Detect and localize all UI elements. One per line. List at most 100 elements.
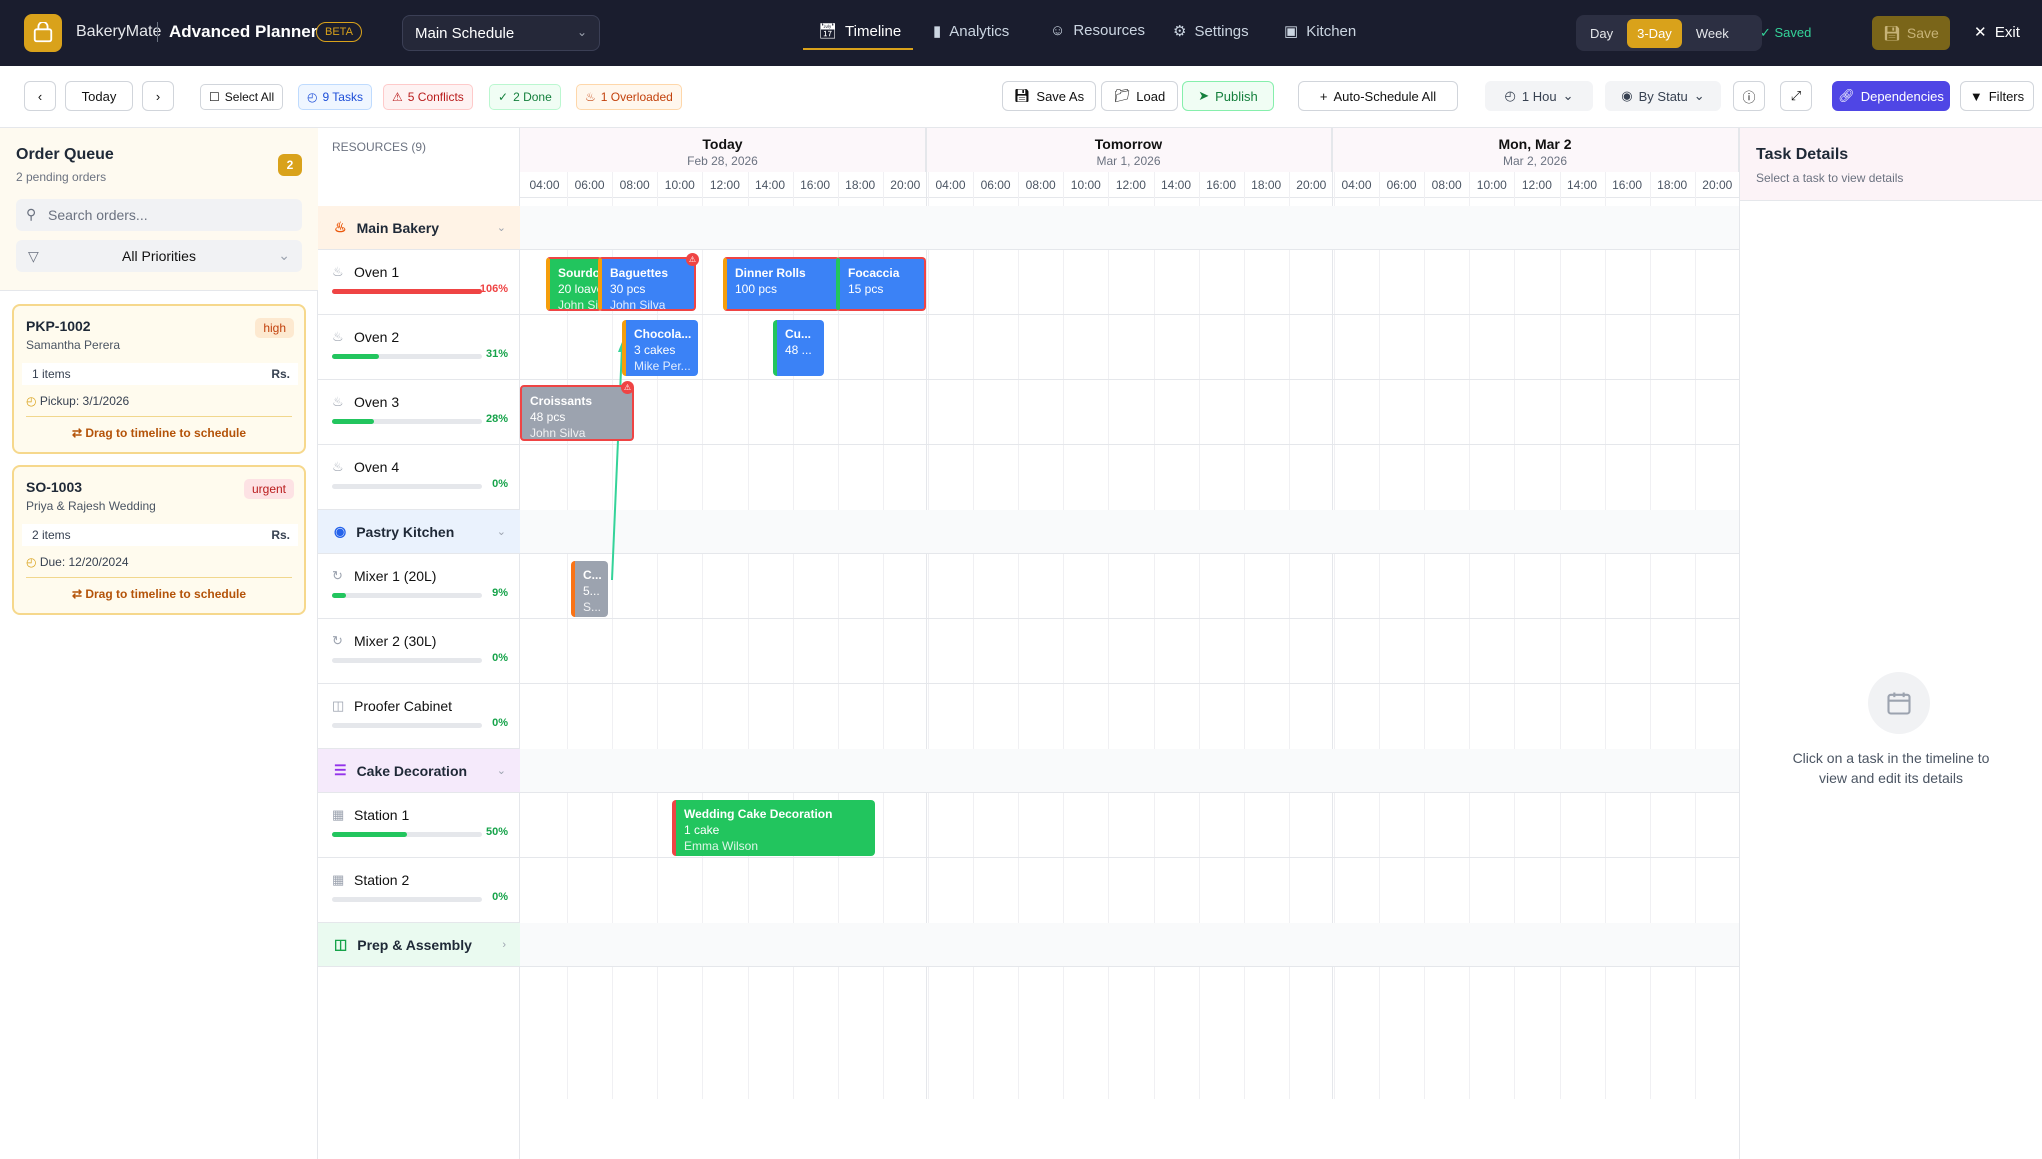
hour-label: 16:00	[1612, 178, 1643, 192]
priority-badge: high	[255, 318, 294, 338]
task-wedding-cake-decoration[interactable]: Wedding Cake Decoration 1 cake Emma Wilson	[672, 800, 875, 856]
hour-label: 20:00	[890, 178, 921, 192]
today-button[interactable]: Today	[65, 81, 133, 111]
filter-icon: ▽	[28, 248, 39, 264]
hour-label: 04:00	[935, 178, 966, 192]
conflict-warning-icon[interactable]: ⚠	[686, 253, 699, 266]
interval-select[interactable]: ◴ 1 Hou ⌄	[1485, 81, 1593, 111]
task-sourdough[interactable]: Sourdo 20 loave John Sil	[546, 257, 602, 311]
overloaded-chip[interactable]: ♨ 1 Overloaded	[576, 84, 682, 110]
order-card[interactable]: PKP-1002 Samantha Perera high 1 items Rs.…	[12, 304, 306, 454]
task-chocolate-cake[interactable]: Chocola... 3 cakes Mike Per...	[622, 320, 698, 376]
info-button[interactable]: ⓘ	[1733, 81, 1765, 111]
resource-station-2: ▦ Station 2 0%	[318, 858, 520, 923]
save-button[interactable]: 💾︎ Save	[1872, 16, 1950, 50]
task-cupcakes[interactable]: Cu... 48 ...	[773, 320, 824, 376]
task-croissants[interactable]: Croissants 48 pcs John Silva	[520, 385, 634, 441]
send-icon: ➤	[1198, 88, 1210, 103]
priority-filter-select[interactable]: ▽ All Priorities ⌄	[16, 240, 302, 272]
group-main-bakery[interactable]: ♨ Main Bakery ⌄	[318, 206, 520, 250]
task-details-subtitle: Select a task to view details	[1756, 171, 1904, 185]
hour-label: 08:00	[619, 178, 650, 192]
task-dinner-rolls[interactable]: Dinner Rolls 100 pcs	[723, 257, 840, 311]
chevron-down-icon: ⌄	[496, 526, 506, 538]
task-details-header: Task Details Select a task to view detai…	[1740, 128, 2042, 201]
bakery-logo-icon	[24, 14, 62, 52]
palette-icon: ◉	[1621, 88, 1633, 103]
done-chip[interactable]: ✓ 2 Done	[489, 84, 561, 110]
box-icon: ◫	[332, 698, 345, 713]
task-details-panel: Task Details Select a task to view detai…	[1739, 128, 2042, 1159]
row-divider	[520, 444, 1739, 445]
row-divider	[520, 379, 1739, 380]
gear-icon: ⚙	[1173, 23, 1187, 40]
hour-label: 14:00	[1160, 178, 1192, 192]
group-pastry-kitchen[interactable]: ◉ Pastry Kitchen ⌄	[318, 510, 520, 554]
order-queue-header: Order Queue 2 pending orders 2 ⚲ Search o…	[0, 128, 318, 291]
task-focaccia[interactable]: Focaccia 15 pcs	[836, 257, 926, 311]
folder-icon: 📁︎	[1113, 88, 1131, 103]
view-week-button[interactable]: Week	[1686, 19, 1739, 48]
group-prep-assembly[interactable]: ◫ Prep & Assembly ›	[318, 923, 520, 967]
day-header: Today Feb 28, 2026	[520, 128, 926, 172]
task-mixer-batch[interactable]: C... 5... S...	[571, 561, 608, 617]
conflict-warning-icon[interactable]: ⚠	[621, 381, 634, 394]
view-3day-button[interactable]: 3-Day	[1627, 18, 1682, 48]
hour-label: 12:00	[709, 178, 740, 192]
tab-settings[interactable]: ⚙ Settings	[1173, 22, 1249, 41]
plus-icon: +	[1319, 88, 1328, 104]
exit-button[interactable]: ✕ Exit	[1974, 23, 2020, 41]
schedule-select[interactable]: Main Schedule ⌄	[402, 15, 600, 51]
tasks-chip[interactable]: ◴ 9 Tasks	[298, 84, 372, 110]
hour-label: 18:00	[845, 178, 876, 192]
auto-schedule-button[interactable]: + Auto-Schedule All	[1298, 81, 1458, 111]
color-by-select[interactable]: ◉ By Statu ⌄	[1605, 81, 1721, 111]
grid-icon: ▦	[332, 872, 345, 887]
load-button[interactable]: 📁︎ Load	[1101, 81, 1178, 111]
active-tab-indicator	[803, 48, 913, 50]
utilization-bar	[332, 658, 482, 663]
tab-timeline[interactable]: 📅︎ Timeline	[818, 22, 901, 41]
prev-button[interactable]: ‹	[24, 81, 56, 111]
publish-button[interactable]: ➤ Publish	[1182, 81, 1274, 111]
utilization-bar	[332, 593, 482, 598]
collapse-button[interactable]: ⤢	[1780, 81, 1812, 111]
group-cake-decoration[interactable]: ☰ Cake Decoration ⌄	[318, 749, 520, 793]
hour-label: 06:00	[1386, 178, 1417, 192]
order-customer: Priya & Rajesh Wedding	[26, 499, 156, 513]
resource-oven-1: ♨ Oven 1 106%	[318, 250, 520, 315]
flame-icon: ♨	[585, 90, 596, 104]
hour-label: 10:00	[664, 178, 695, 192]
dependencies-button[interactable]: 🔗︎ Dependencies	[1832, 81, 1950, 111]
tab-resources[interactable]: ☺ Resources	[1050, 22, 1145, 39]
bar-chart-icon: ▮	[933, 23, 942, 40]
row-divider	[520, 314, 1739, 315]
utilization-pct: 0%	[492, 891, 508, 903]
resource-oven-3: ♨ Oven 3 28%	[318, 380, 520, 445]
close-icon: ✕	[1974, 24, 1987, 41]
next-button[interactable]: ›	[142, 81, 174, 111]
task-baguettes[interactable]: Baguettes 30 pcs John Silva	[598, 257, 696, 311]
utilization-pct: 28%	[485, 413, 508, 425]
divider	[26, 416, 292, 417]
order-items: 1 items Rs.	[22, 363, 298, 385]
save-icon: 💾︎	[1013, 88, 1031, 103]
hour-label: 20:00	[1702, 178, 1733, 192]
view-day-button[interactable]: Day	[1580, 19, 1623, 48]
calendar-icon	[1868, 672, 1930, 734]
resources-header: RESOURCES (9)	[332, 140, 427, 154]
select-all-button[interactable]: ☐ Select All	[200, 84, 284, 110]
order-date: ◴ Pickup: 3/1/2026	[26, 394, 130, 408]
save-as-button[interactable]: 💾︎ Save As	[1002, 81, 1096, 111]
search-orders-input[interactable]: ⚲ Search orders...	[16, 199, 302, 231]
row-divider	[520, 683, 1739, 684]
hour-label: 08:00	[1025, 178, 1056, 192]
resource-proofer-cabinet: ◫ Proofer Cabinet 0%	[318, 684, 520, 749]
conflicts-chip[interactable]: ⚠ 5 Conflicts	[383, 84, 473, 110]
tab-analytics[interactable]: ▮ Analytics	[933, 22, 1009, 41]
tab-kitchen[interactable]: ▣ Kitchen	[1284, 22, 1356, 41]
filters-button[interactable]: ▼ Filters	[1960, 81, 2034, 111]
refresh-icon: ↻	[332, 568, 343, 583]
order-card[interactable]: SO-1003 Priya & Rajesh Wedding urgent 2 …	[12, 465, 306, 615]
hour-label: 06:00	[574, 178, 605, 192]
